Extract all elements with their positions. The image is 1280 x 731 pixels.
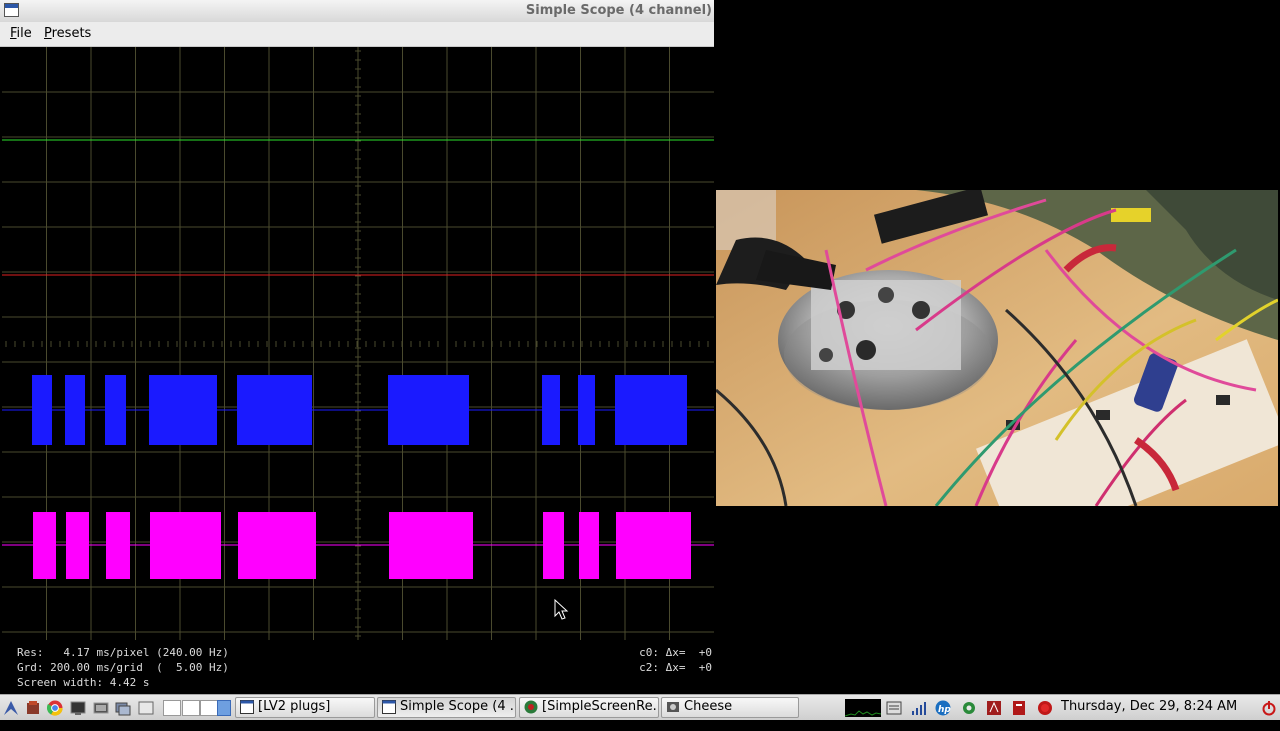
window-icon [382,700,396,714]
title-bar[interactable]: Simple Scope (4 channel) [0,0,714,23]
tools-icon[interactable] [25,700,41,716]
status-c2-delta: c2: Δx= +0 [639,661,712,674]
trace-c3-burst [150,512,221,579]
trace-c2-burst [105,375,126,445]
menu-file-rest: ile [16,26,32,41]
trace-c3-burst [579,512,599,579]
desktop-2-icon[interactable] [182,700,200,716]
trace-c3-burst [389,512,473,579]
record-icon[interactable] [1037,700,1053,716]
trace-c3-burst [33,512,56,579]
desktop-4-icon[interactable] [217,700,231,716]
window-icon[interactable] [4,3,19,17]
clock[interactable]: Thursday, Dec 29, 8:24 AM [1061,699,1237,714]
menu-file[interactable]: File [10,26,32,41]
task-label: [SimpleScreenRe... [542,699,659,714]
trace-c3-burst [616,512,691,579]
window-icon [240,700,254,714]
hp-icon[interactable]: hp [935,700,951,716]
trace-c2-burst [578,375,595,445]
chrome-icon[interactable] [46,700,63,716]
start-menu-icon[interactable] [3,700,19,716]
trace-c2-burst [615,375,687,445]
task-simplescreenrecorder[interactable]: [SimpleScreenRe... [519,697,659,718]
cpu-graph-icon[interactable] [844,699,882,717]
trace-c3-burst [106,512,130,579]
terminal-icon[interactable] [70,700,86,716]
network-icon[interactable] [911,700,927,716]
pdf-icon[interactable] [1011,700,1027,716]
status-screen-width: Screen width: 4.42 s [17,676,150,689]
mouse-cursor-icon [554,598,569,620]
trace-c2-burst [237,375,312,445]
scope-display[interactable] [2,47,714,640]
window-list-icon[interactable] [886,700,902,716]
status-c0-delta: c0: Δx= +0 [639,646,712,659]
desktop-1-icon[interactable] [163,700,181,716]
task-lv2-plugs[interactable]: [LV2 plugs] [235,697,375,718]
trace-c3-burst [238,512,316,579]
status-resolution: Res: 4.17 ms/pixel (240.00 Hz) [17,646,229,659]
updates-icon[interactable] [986,700,1002,716]
power-icon[interactable] [1261,700,1277,716]
task-label: [LV2 plugs] [258,699,331,714]
menu-presets-rest: resets [51,26,92,41]
task-cheese[interactable]: Cheese [661,697,799,718]
settings-icon[interactable] [93,700,109,716]
windows-icon[interactable] [115,700,131,716]
record-icon [524,700,538,714]
status-panel: Res: 4.17 ms/pixel (240.00 Hz) Grd: 200.… [0,640,714,694]
task-label: Cheese [684,699,733,714]
menu-bar: File Presets [0,22,714,47]
task-label: Simple Scope (4 ... [400,699,516,714]
trace-c2-burst [388,375,469,445]
status-grid: Grd: 200.00 ms/grid ( 5.00 Hz) [17,661,229,674]
task-simple-scope[interactable]: Simple Scope (4 ... [377,697,516,718]
trace-c2-burst [65,375,85,445]
svg-text:hp: hp [938,705,951,715]
trace-c2-burst [542,375,560,445]
camera-preview [716,190,1278,506]
cheese-icon [667,702,679,712]
desktop-3-icon[interactable] [200,700,218,716]
trace-c2-burst [149,375,217,445]
scope-window: Simple Scope (4 channel) File Presets Re… [0,0,714,694]
trace-c2-burst [32,375,52,445]
taskbar: [LV2 plugs] Simple Scope (4 ... [SimpleS… [0,694,1280,720]
files-icon[interactable] [138,700,154,716]
trace-c3-burst [66,512,89,579]
window-title: Simple Scope (4 channel) [525,3,712,18]
bluetooth-icon[interactable] [961,700,977,716]
menu-presets-mnemonic: P [44,26,52,41]
trace-c3-burst [543,512,564,579]
menu-presets[interactable]: Presets [44,26,91,41]
